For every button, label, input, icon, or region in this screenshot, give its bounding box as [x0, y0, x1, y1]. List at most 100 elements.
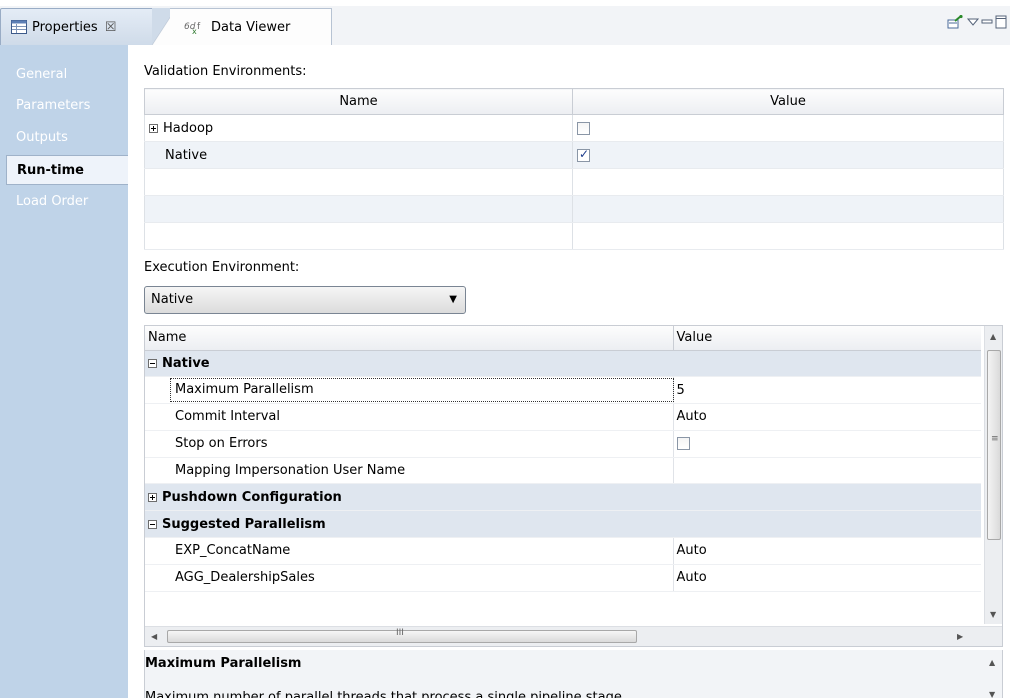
tab-data-viewer[interactable]: 6d x f Data Viewer: [170, 8, 332, 45]
property-maximum-parallelism-label: Maximum Parallelism: [170, 378, 674, 403]
validation-value-cell: ✓: [572, 141, 1004, 169]
pin-editor-button[interactable]: [945, 13, 965, 31]
category-row-native[interactable]: Native: [145, 350, 981, 378]
validation-value-cell: [572, 114, 1004, 142]
property-row-mapping-impersonation[interactable]: Mapping Impersonation User Name: [145, 457, 981, 485]
validation-name-hadoop: Hadoop: [163, 120, 214, 136]
properties-vertical-scrollbar[interactable]: ▲ ≡ ▼: [984, 326, 1002, 624]
validation-environments-table: Name Value Hadoop Native ✓: [144, 88, 1004, 250]
validation-row-native[interactable]: Native ✓: [144, 141, 1004, 169]
nav-item-load-order[interactable]: Load Order: [6, 187, 128, 217]
category-cell: Pushdown Configuration: [145, 483, 981, 512]
validation-name-cell: Hadoop: [144, 114, 573, 142]
property-exp-concatname-label: EXP_ConcatName: [145, 537, 673, 565]
validation-table-header: Name Value: [144, 88, 1004, 115]
tab-properties[interactable]: Properties ☒: [0, 8, 166, 45]
stop-on-errors-checkbox[interactable]: [676, 437, 690, 451]
validation-empty-row: [144, 195, 1004, 223]
description-scroll-down-icon[interactable]: ▼: [989, 690, 995, 698]
property-commit-interval-value[interactable]: Auto: [672, 403, 981, 431]
property-exp-concatname-value[interactable]: Auto: [672, 537, 981, 565]
scroll-right-arrow-icon[interactable]: ▶: [957, 632, 963, 641]
property-value-cell: [672, 430, 981, 458]
property-row-maximum-parallelism[interactable]: Maximum Parallelism 5: [145, 376, 981, 405]
minimize-button[interactable]: [980, 13, 994, 31]
checkmark-icon: ✓: [579, 146, 590, 161]
run-time-panel: Validation Environments: Name Value Hado…: [128, 45, 1010, 698]
left-nav-panel: General Parameters Outputs Run-time Load…: [0, 45, 128, 698]
horizontal-scroll-thumb[interactable]: III: [167, 628, 637, 643]
properties-table-icon: [11, 20, 27, 34]
validation-col-value[interactable]: Value: [572, 88, 1004, 115]
category-suggested-label: Suggested Parallelism: [162, 516, 326, 532]
horizontal-scroll-grip-icon: III: [396, 628, 404, 638]
validation-name-cell: Native: [144, 141, 573, 169]
property-row-stop-on-errors[interactable]: Stop on Errors: [145, 430, 981, 458]
svg-text:f: f: [197, 22, 201, 32]
close-tab-icon[interactable]: ☒: [105, 20, 117, 35]
validation-environments-label: Validation Environments:: [144, 64, 307, 79]
category-native-label: Native: [162, 355, 210, 371]
description-scroll-up-icon[interactable]: ▲: [989, 658, 995, 667]
category-row-pushdown-configuration[interactable]: Pushdown Configuration: [145, 483, 981, 512]
validation-row-hadoop[interactable]: Hadoop: [144, 114, 1004, 142]
description-scrollbar[interactable]: ▲ ▼: [984, 650, 1002, 698]
validation-col-name[interactable]: Name: [144, 88, 573, 115]
category-cell: Native: [145, 350, 981, 378]
view-tab-bar: Properties ☒ 6d x f Data Viewer: [0, 0, 1010, 45]
property-name-cell: Maximum Parallelism: [145, 376, 674, 405]
properties-col-name[interactable]: Name: [145, 326, 673, 351]
description-text: Maximum number of parallel threads that …: [145, 690, 626, 698]
property-row-exp-concatname[interactable]: EXP_ConcatName Auto: [145, 537, 981, 565]
native-checkbox[interactable]: ✓: [577, 146, 590, 162]
property-agg-dealershipsales-value[interactable]: Auto: [672, 564, 981, 592]
collapse-native-icon[interactable]: [148, 358, 157, 368]
expand-hadoop-icon[interactable]: [149, 123, 158, 133]
nav-item-outputs[interactable]: Outputs: [6, 123, 128, 153]
minimize-icon: [981, 19, 993, 24]
category-cell: Suggested Parallelism: [145, 510, 981, 539]
properties-table: Name Value Native Maximum Parallelism 5 …: [145, 326, 981, 592]
execution-environment-select[interactable]: Native ▼: [144, 286, 466, 314]
property-row-agg-dealershipsales[interactable]: AGG_DealershipSales Auto: [145, 564, 981, 592]
view-menu-button[interactable]: [966, 13, 980, 31]
validation-empty-row: [144, 168, 1004, 196]
maximize-button[interactable]: [994, 13, 1008, 31]
scroll-up-arrow-icon[interactable]: ▲: [990, 332, 996, 341]
hadoop-checkbox[interactable]: [577, 121, 590, 135]
scroll-down-arrow-icon[interactable]: ▼: [990, 610, 996, 619]
data-viewer-icon: 6d x f: [184, 22, 201, 35]
validation-name-native: Native: [165, 147, 208, 163]
nav-item-general[interactable]: General: [6, 60, 128, 90]
property-mapping-impersonation-value[interactable]: [672, 457, 981, 485]
view-menu-triangle-icon: [967, 18, 979, 26]
property-commit-interval-label: Commit Interval: [145, 403, 673, 431]
tab-data-viewer-label: Data Viewer: [211, 19, 291, 35]
nav-item-parameters[interactable]: Parameters: [6, 91, 128, 121]
properties-col-value[interactable]: Value: [672, 326, 981, 351]
properties-grid: Name Value Native Maximum Parallelism 5 …: [144, 325, 1003, 647]
description-title: Maximum Parallelism: [145, 656, 302, 671]
dropdown-arrow-icon: ▼: [449, 294, 457, 305]
vertical-scroll-grip-icon: ≡: [991, 434, 999, 444]
execution-environment-value: Native: [151, 292, 194, 307]
validation-empty-row: [144, 222, 1004, 250]
vertical-scroll-thumb[interactable]: [987, 350, 1001, 540]
expand-pushdown-icon[interactable]: [148, 492, 157, 502]
property-maximum-parallelism-value[interactable]: 5: [672, 376, 981, 405]
tab-properties-label: Properties: [32, 19, 98, 35]
category-pushdown-label: Pushdown Configuration: [162, 489, 342, 505]
execution-environment-label: Execution Environment:: [144, 260, 300, 275]
properties-horizontal-scrollbar[interactable]: ◀ III ▶: [145, 626, 1002, 646]
scroll-left-arrow-icon[interactable]: ◀: [151, 632, 157, 641]
maximize-icon: [995, 15, 1007, 29]
property-stop-on-errors-label: Stop on Errors: [145, 430, 673, 458]
pin-icon: [947, 15, 963, 29]
property-row-commit-interval[interactable]: Commit Interval Auto: [145, 403, 981, 431]
collapse-suggested-icon[interactable]: [148, 519, 157, 529]
property-description-panel: Maximum Parallelism Maximum number of pa…: [144, 650, 1003, 698]
nav-item-run-time[interactable]: Run-time: [6, 155, 128, 185]
property-agg-dealershipsales-label: AGG_DealershipSales: [145, 564, 673, 592]
properties-table-header: Name Value: [145, 326, 981, 351]
category-row-suggested-parallelism[interactable]: Suggested Parallelism: [145, 510, 981, 539]
